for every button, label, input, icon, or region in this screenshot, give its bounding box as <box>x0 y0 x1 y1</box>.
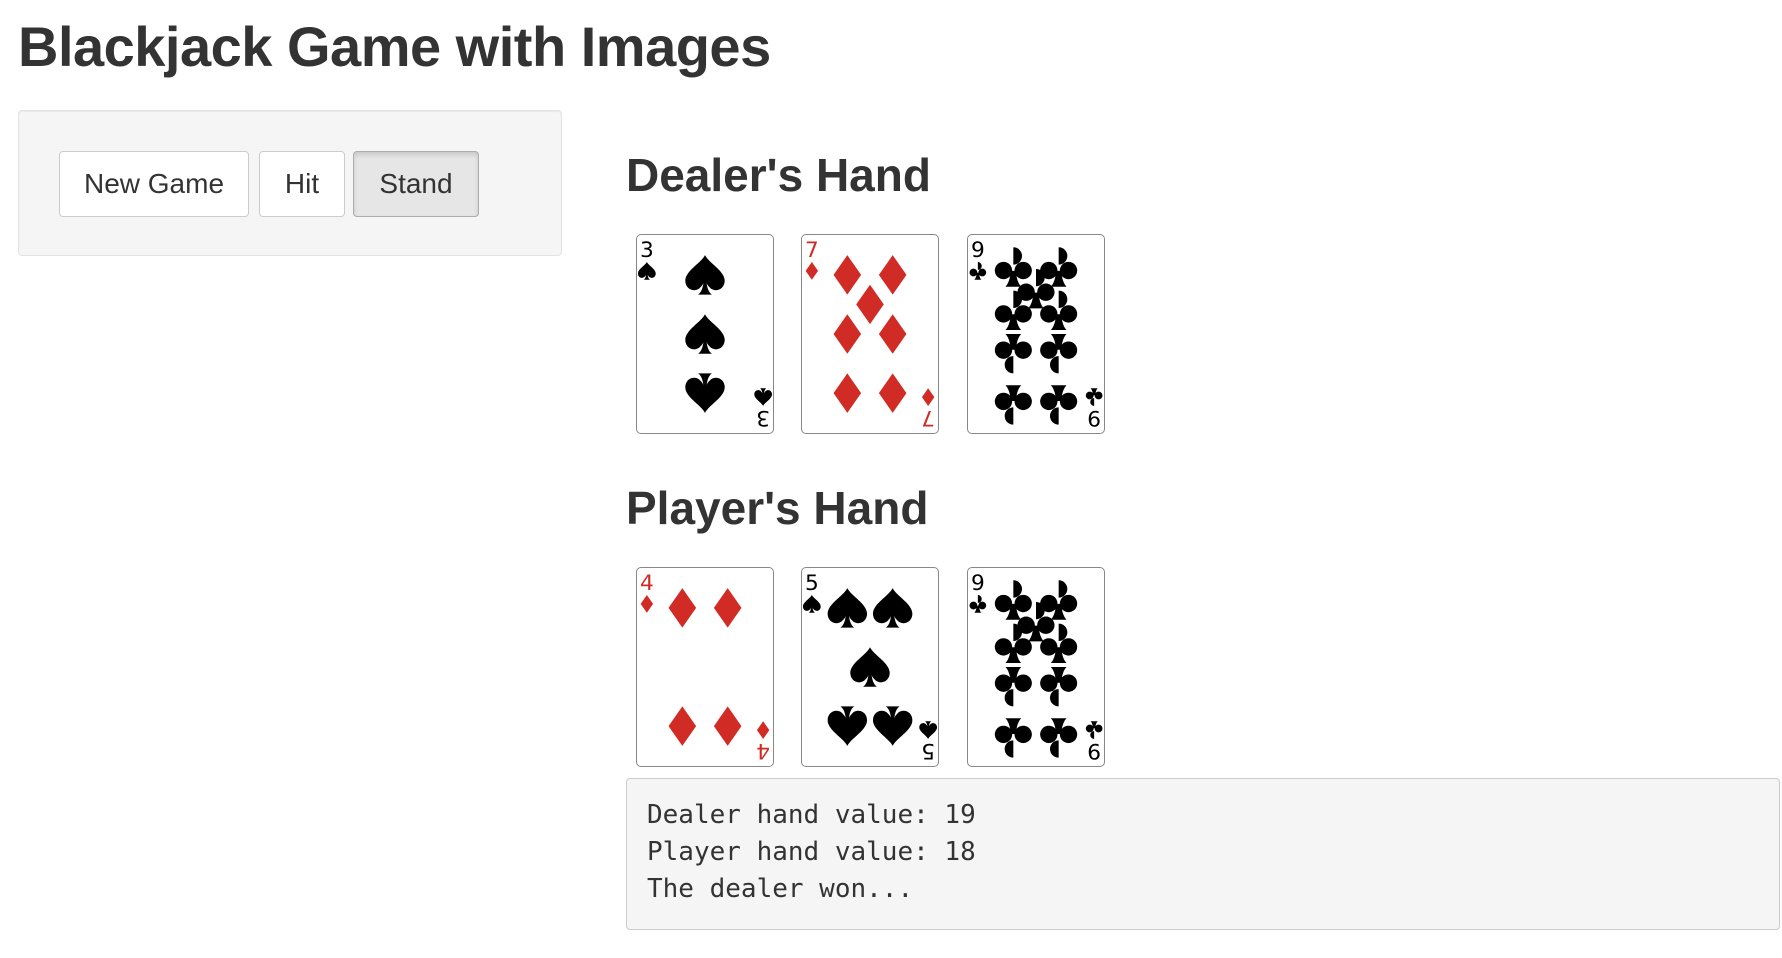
player-value-text: Player hand value: 18 <box>647 837 976 867</box>
spades-pip-icon <box>872 588 913 628</box>
clubs-pip-icon <box>1040 718 1078 758</box>
card-rank-label: 3 <box>756 405 770 430</box>
clubs-pip-icon <box>994 334 1032 374</box>
card-rank-label: 4 <box>640 571 654 596</box>
dealer-card-3: 99 <box>967 234 1105 434</box>
clubs-pip-icon <box>994 580 1032 620</box>
card-face-7-diamonds: 77 <box>805 238 935 430</box>
clubs-pip-icon <box>1040 247 1078 287</box>
stand-button[interactable]: Stand <box>353 151 479 217</box>
card-face-9-clubs: 99 <box>969 571 1103 763</box>
player-hand-heading: Player's Hand <box>626 482 929 534</box>
game-status-output: Dealer hand value: 19 Player hand value:… <box>626 778 1780 930</box>
spades-pip-icon <box>685 373 725 413</box>
player-card-1: 44 <box>636 567 774 767</box>
card-rank-label: 9 <box>1087 405 1101 430</box>
clubs-pip-icon <box>994 667 1032 707</box>
clubs-pip-icon <box>1040 667 1078 707</box>
clubs-pip-icon <box>1040 334 1078 374</box>
page-title: Blackjack Game with Images <box>18 15 771 78</box>
card-face-9-clubs: 99 <box>969 238 1103 430</box>
card-face-4-diamonds: 44 <box>640 571 770 763</box>
diamonds-pip-icon <box>878 314 907 354</box>
clubs-pip-icon <box>1040 385 1078 425</box>
player-card-2: 55 <box>801 567 939 767</box>
spades-pip-icon <box>827 588 868 628</box>
dealer-card-1: 33 <box>636 234 774 434</box>
dealer-card-2: 77 <box>801 234 939 434</box>
card-rank-label: 9 <box>971 571 985 596</box>
card-rank-label: 4 <box>756 738 770 763</box>
diamonds-pip-icon <box>878 373 907 413</box>
spades-pip-icon <box>872 706 913 746</box>
clubs-pip-icon <box>994 718 1032 758</box>
diamonds-pip-icon <box>878 255 907 295</box>
diamonds-pip-icon <box>856 284 884 325</box>
dealer-hand-heading: Dealer's Hand <box>626 149 931 201</box>
spades-pip-icon <box>850 647 890 687</box>
spades-pip-icon <box>827 706 868 746</box>
card-rank-label: 7 <box>805 238 819 263</box>
diamonds-pip-icon <box>668 588 697 628</box>
dealer-value-text: Dealer hand value: 19 <box>647 800 976 830</box>
spades-pip-icon <box>685 255 725 295</box>
player-card-3: 99 <box>967 567 1105 767</box>
diamonds-pip-icon <box>833 255 862 295</box>
spades-pip-icon <box>685 314 725 354</box>
diamonds-pip-icon <box>713 588 742 628</box>
hit-button[interactable]: Hit <box>259 151 345 217</box>
result-text: The dealer won... <box>647 874 914 904</box>
clubs-pip-icon <box>1040 580 1078 620</box>
card-rank-label: 7 <box>921 405 935 430</box>
diamonds-pip-icon <box>668 706 697 746</box>
card-rank-label: 9 <box>1087 738 1101 763</box>
card-rank-label: 3 <box>640 238 654 263</box>
diamonds-pip-icon <box>833 373 862 413</box>
clubs-pip-icon <box>994 385 1032 425</box>
diamonds-pip-icon <box>833 314 862 354</box>
card-rank-label: 9 <box>971 238 985 263</box>
card-rank-label: 5 <box>921 738 935 763</box>
diamonds-pip-icon <box>713 706 742 746</box>
clubs-pip-icon <box>994 247 1032 287</box>
new-game-button[interactable]: New Game <box>59 151 249 217</box>
card-face-5-spades: 55 <box>802 571 938 763</box>
card-face-3-spades: 33 <box>637 238 773 430</box>
controls-panel: New Game Hit Stand <box>18 110 562 256</box>
card-rank-label: 5 <box>805 571 819 596</box>
